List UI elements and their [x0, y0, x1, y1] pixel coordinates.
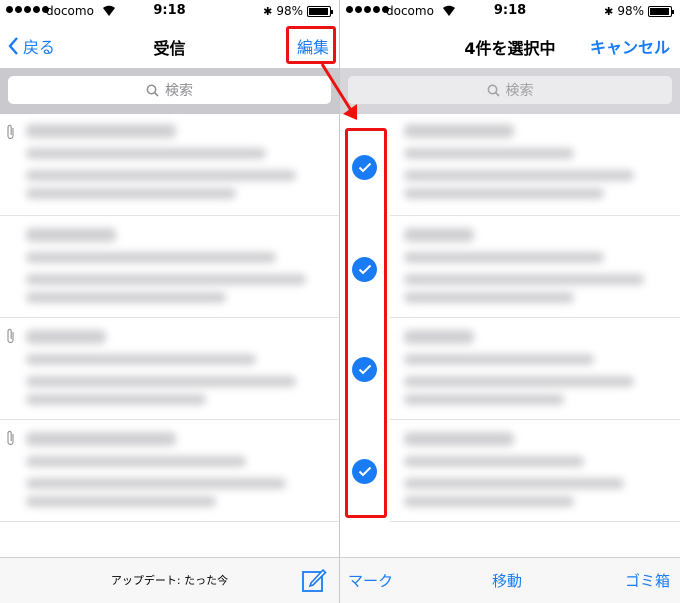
- screenshot-composite: docomo 9:18 ✱ 98% 戻る 受信 編集 検索 アップデート: たっ…: [0, 0, 680, 603]
- arrow-annotation: [320, 63, 357, 120]
